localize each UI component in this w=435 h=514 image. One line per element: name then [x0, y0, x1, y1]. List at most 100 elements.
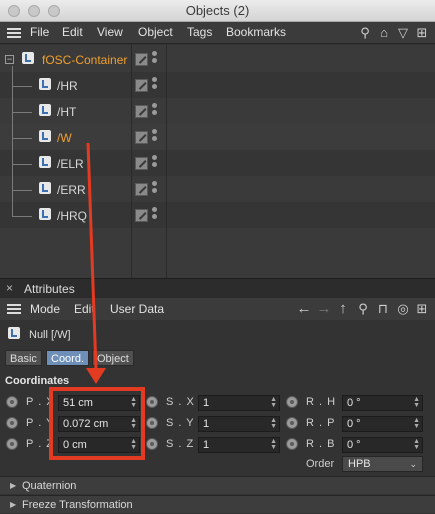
object-name[interactable]: /HR — [57, 79, 78, 93]
layer-toggle-icon[interactable] — [135, 183, 148, 196]
field-value: 1 — [203, 439, 210, 451]
annotation-highlight-box — [49, 387, 145, 460]
keyframe-radio[interactable] — [286, 396, 298, 408]
tree-line — [12, 216, 32, 217]
chevron-right-icon: ▶ — [10, 481, 17, 490]
keyframe-radio[interactable] — [146, 438, 158, 450]
field-label: S . Y — [166, 417, 195, 429]
close-window-button[interactable] — [8, 5, 20, 17]
menu-edit[interactable]: Edit — [62, 25, 83, 39]
search-icon[interactable]: ⚲ — [357, 25, 373, 41]
object-name[interactable]: /W — [57, 131, 72, 145]
filter-icon[interactable]: ▽ — [395, 25, 411, 41]
object-name[interactable]: /ERR — [57, 183, 86, 197]
stepper-icon[interactable]: ▲ ▼ — [270, 438, 277, 451]
tab-basic[interactable]: Basic — [5, 350, 42, 366]
menu-object[interactable]: Object — [138, 25, 173, 39]
visibility-dots-icon[interactable] — [152, 103, 157, 119]
null-object-icon — [39, 182, 51, 194]
object-name[interactable]: /HT — [57, 105, 76, 119]
keyframe-radio[interactable] — [286, 438, 298, 450]
layer-toggle-icon[interactable] — [135, 131, 148, 144]
minimize-window-button[interactable] — [28, 5, 40, 17]
keyframe-radio[interactable] — [6, 438, 18, 450]
new-window-icon[interactable]: ⊞ — [414, 25, 430, 41]
menu-file[interactable]: File — [30, 25, 49, 39]
scale-x-field[interactable]: 1 ▲ ▼ — [198, 395, 280, 411]
lock-icon[interactable]: ⊓ — [375, 301, 391, 317]
zoom-window-button[interactable] — [48, 5, 60, 17]
null-object-icon — [8, 327, 20, 339]
order-select[interactable]: HPB ⌄ — [342, 456, 423, 472]
tab-coord[interactable]: Coord. — [46, 350, 90, 366]
object-name[interactable]: /ELR — [57, 157, 84, 171]
close-icon[interactable]: × — [6, 281, 13, 295]
null-object-icon — [22, 52, 34, 64]
menu-user-data[interactable]: User Data — [110, 302, 164, 316]
null-object-icon — [39, 208, 51, 220]
tree-line — [12, 164, 32, 165]
hamburger-menu-icon[interactable] — [7, 28, 21, 38]
keyframe-radio[interactable] — [146, 396, 158, 408]
order-label: Order — [306, 458, 335, 470]
menu-edit[interactable]: Edit — [74, 302, 95, 316]
collapse-toggle-icon[interactable]: − — [5, 55, 14, 64]
null-object-icon — [39, 104, 51, 116]
attributes-title: Attributes — [24, 282, 75, 296]
field-value: 0 ° — [347, 439, 361, 451]
layer-toggle-icon[interactable] — [135, 209, 148, 222]
column-divider[interactable] — [166, 45, 167, 278]
tab-object[interactable]: Object — [92, 350, 134, 366]
visibility-dots-icon[interactable] — [152, 77, 157, 93]
visibility-dots-icon[interactable] — [152, 51, 157, 67]
layer-toggle-icon[interactable] — [135, 105, 148, 118]
new-window-icon[interactable]: ⊞ — [414, 301, 430, 317]
layer-toggle-icon[interactable] — [135, 157, 148, 170]
menu-bookmarks[interactable]: Bookmarks — [226, 25, 286, 39]
stepper-icon[interactable]: ▲ ▼ — [413, 438, 420, 451]
visibility-dots-icon[interactable] — [152, 129, 157, 145]
tree-line — [12, 138, 32, 139]
stepper-icon[interactable]: ▲ ▼ — [270, 396, 277, 409]
keyframe-radio[interactable] — [6, 396, 18, 408]
rotation-h-field[interactable]: 0 ° ▲ ▼ — [342, 395, 423, 411]
keyframe-radio[interactable] — [286, 417, 298, 429]
home-icon[interactable]: ⌂ — [376, 25, 392, 41]
section-label: Quaternion — [22, 480, 77, 492]
field-label: R . B — [306, 438, 336, 450]
menu-tags[interactable]: Tags — [187, 25, 212, 39]
layer-toggle-icon[interactable] — [135, 79, 148, 92]
menu-mode[interactable]: Mode — [30, 302, 60, 316]
section-quaternion[interactable]: ▶ Quaternion — [0, 476, 435, 494]
back-arrow-icon[interactable]: ← — [296, 301, 312, 317]
visibility-dots-icon[interactable] — [152, 181, 157, 197]
attributes-header: × Attributes — [0, 278, 435, 298]
stepper-icon[interactable]: ▲ ▼ — [270, 417, 277, 430]
keyframe-radio[interactable] — [146, 417, 158, 429]
keyframe-radio[interactable] — [6, 417, 18, 429]
chevron-down-icon: ⌄ — [409, 459, 417, 469]
settings-icon[interactable]: ◎ — [395, 301, 411, 317]
search-icon[interactable]: ⚲ — [355, 301, 371, 317]
scale-y-field[interactable]: 1 ▲ ▼ — [198, 416, 280, 432]
rotation-p-field[interactable]: 0 ° ▲ ▼ — [342, 416, 423, 432]
rotation-b-field[interactable]: 0 ° ▲ ▼ — [342, 437, 423, 453]
stepper-icon[interactable]: ▲ ▼ — [413, 396, 420, 409]
menu-view[interactable]: View — [97, 25, 123, 39]
stepper-icon[interactable]: ▲ ▼ — [413, 417, 420, 430]
up-arrow-icon[interactable]: ↑ — [335, 301, 351, 317]
window-title: Objects (2) — [185, 3, 250, 18]
column-divider[interactable] — [131, 45, 132, 278]
null-object-icon — [39, 156, 51, 168]
layer-toggle-icon[interactable] — [135, 53, 148, 66]
hamburger-menu-icon[interactable] — [7, 304, 21, 314]
object-name[interactable]: fOSC-Container — [42, 53, 127, 67]
visibility-dots-icon[interactable] — [152, 207, 157, 223]
field-value: 0 ° — [347, 397, 361, 409]
object-name[interactable]: /HRQ — [57, 209, 87, 223]
forward-arrow-icon[interactable]: → — [316, 301, 332, 317]
section-freeze-transformation[interactable]: ▶ Freeze Transformation — [0, 495, 435, 513]
visibility-dots-icon[interactable] — [152, 155, 157, 171]
scale-z-field[interactable]: 1 ▲ ▼ — [198, 437, 280, 453]
field-label: R . P — [306, 417, 336, 429]
